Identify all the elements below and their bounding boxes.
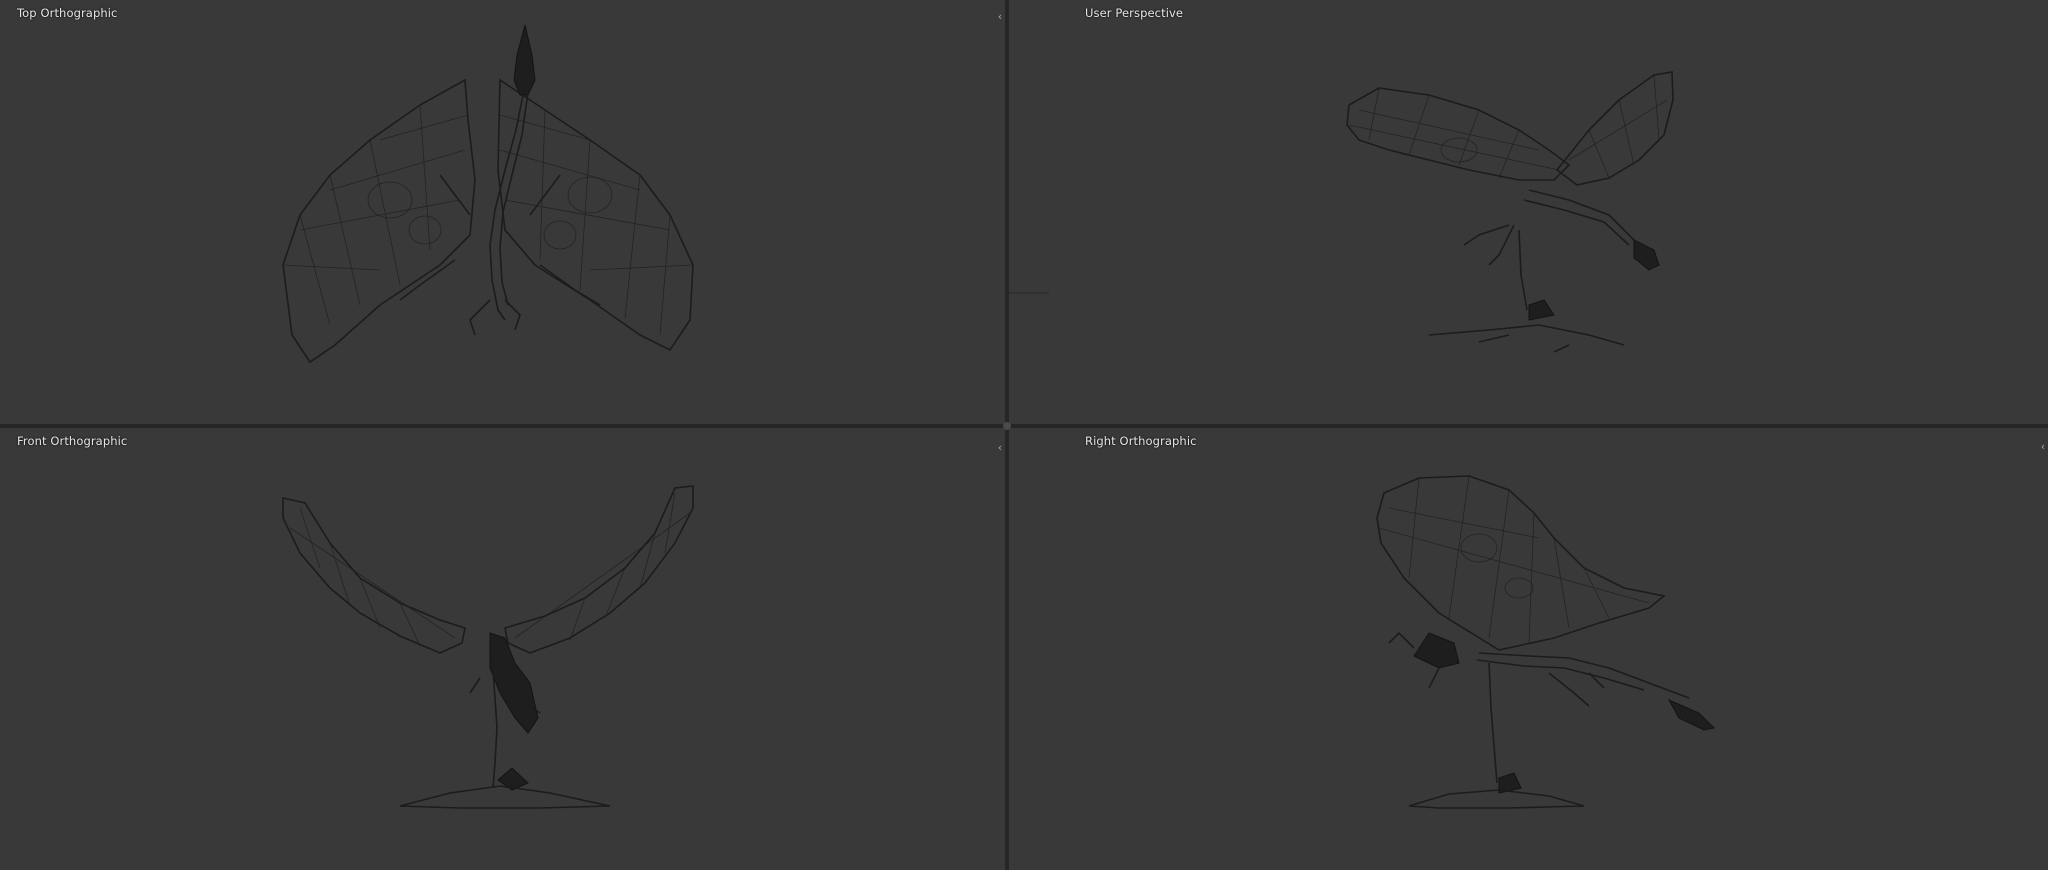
dragon-wireframe-perspective-view[interactable] [1009,0,2048,424]
horizontal-area-splitter[interactable] [0,424,2048,428]
chevron-left-icon[interactable]: ‹ [995,441,1005,455]
chevron-left-icon[interactable]: ‹ [995,10,1005,24]
vertical-area-splitter[interactable] [1005,0,1009,870]
viewport-label: Top Orthographic [17,6,118,20]
viewport-label: User Perspective [1085,6,1184,20]
viewport-front-orthographic[interactable]: Front Orthographic ‹ [0,428,1005,870]
chevron-left-icon[interactable]: ‹ [2038,440,2048,454]
dragon-wireframe-right-view[interactable] [1009,428,2048,870]
quad-viewport-grid: Top Orthographic ‹ User Perspective Fron… [0,0,2048,870]
viewport-label: Front Orthographic [17,434,128,448]
viewport-label: Right Orthographic [1085,434,1197,448]
area-split-handle[interactable] [1003,422,1011,430]
viewport-right-orthographic[interactable]: Right Orthographic ‹ [1009,428,2048,870]
viewport-top-orthographic[interactable]: Top Orthographic ‹ [0,0,1005,424]
dragon-wireframe-front-view[interactable] [0,428,1005,870]
dragon-wireframe-top-view[interactable] [0,0,1005,424]
viewport-user-perspective[interactable]: User Perspective [1009,0,2048,424]
